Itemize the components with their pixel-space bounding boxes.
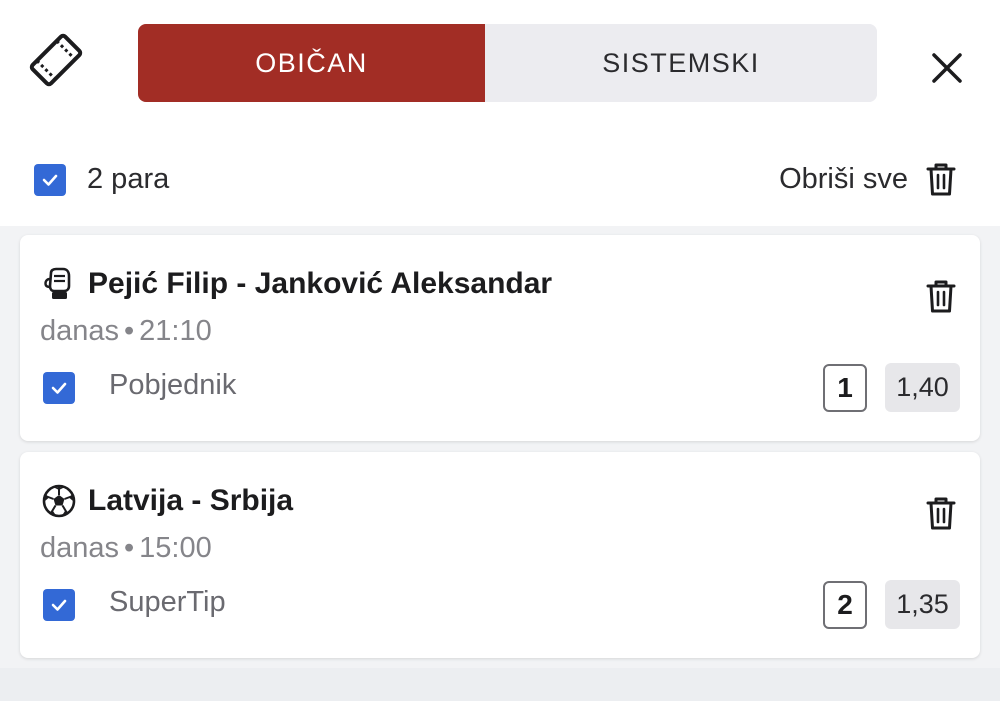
select-all-checkbox[interactable] xyxy=(34,164,66,196)
odds-value: 1,35 xyxy=(885,580,960,629)
bet-checkbox[interactable] xyxy=(43,589,75,621)
delete-all-button[interactable]: Obriši sve xyxy=(779,163,908,196)
market-label: SuperTip xyxy=(109,586,226,618)
bet-checkbox[interactable] xyxy=(43,372,75,404)
match-time: danas • 15:00 xyxy=(40,532,212,565)
trash-icon[interactable] xyxy=(920,492,962,534)
check-icon xyxy=(51,599,67,611)
soccer-ball-icon xyxy=(42,484,76,518)
trash-icon[interactable] xyxy=(920,158,962,200)
separator-dot: • xyxy=(124,315,135,347)
bet-card: Latvija - Srbija danas • 15:00 SuperTip 2 … xyxy=(20,452,980,658)
selected-count: 2 para xyxy=(87,163,170,195)
odds-value: 1,40 xyxy=(885,363,960,412)
match-title: Latvija - Srbija xyxy=(88,484,294,517)
match-time: danas • 21:10 xyxy=(40,315,212,348)
select-all-row: 2 para Obriši sve xyxy=(0,150,1000,210)
bet-card: Pejić Filip - Janković Aleksandar danas •… xyxy=(20,235,980,441)
market-label: Pobjednik xyxy=(109,369,237,401)
bet-slip-header: OBIČAN SISTEMSKI 2 para Obriši sve xyxy=(0,0,1000,226)
outcome-badge: 1 xyxy=(823,364,867,412)
match-day: danas xyxy=(40,315,120,347)
boxing-glove-icon xyxy=(44,267,71,299)
match-day: danas xyxy=(40,532,120,564)
match-hour: 15:00 xyxy=(139,532,212,564)
match-hour: 21:10 xyxy=(139,315,212,347)
check-icon xyxy=(42,174,58,186)
tab-sistemski[interactable]: SISTEMSKI xyxy=(485,24,877,102)
bottom-strip xyxy=(0,668,1000,701)
tab-obican[interactable]: OBIČAN xyxy=(138,24,485,102)
close-icon[interactable] xyxy=(918,40,974,96)
check-icon xyxy=(51,382,67,394)
ticket-icon xyxy=(29,33,83,87)
separator-dot: • xyxy=(124,532,135,564)
match-title: Pejić Filip - Janković Aleksandar xyxy=(88,267,553,300)
trash-icon[interactable] xyxy=(920,275,962,317)
outcome-badge: 2 xyxy=(823,581,867,629)
bet-type-tabs: OBIČAN SISTEMSKI xyxy=(138,24,877,102)
